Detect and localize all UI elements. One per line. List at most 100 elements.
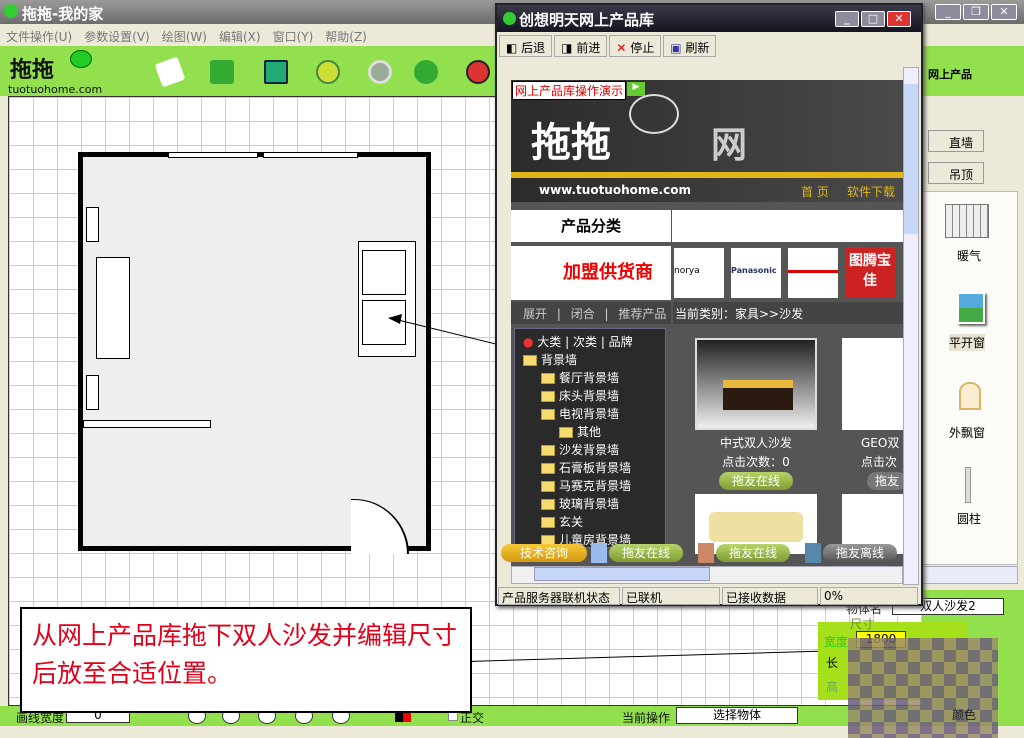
popup-close-button[interactable]: ✕ [887, 11, 911, 27]
category-header: 产品分类 [511, 210, 671, 242]
popup-status-bar: 产品服务器联机状态 已联机 已接收数据 0% [497, 585, 921, 605]
popup-minimize-button[interactable]: _ [835, 11, 859, 27]
radiator-label[interactable]: 暖气 [957, 247, 981, 264]
current-category: 当前类别：家具>>沙发 [673, 302, 903, 324]
tech-support-button[interactable]: 技术咨询 [501, 544, 587, 562]
brand-panasonic[interactable]: Panasonic [731, 248, 781, 298]
page-content: 产品分类 加盟供货商 norya Panasonic 图腾宝佳 展开 | 闭合 … [501, 202, 907, 584]
current-op-label: 当前操作 [622, 711, 671, 725]
product-name-2[interactable]: GEO双 [861, 434, 899, 451]
expand-link[interactable]: 展开 [523, 307, 547, 321]
color-swatch[interactable] [395, 712, 411, 722]
collapse-link[interactable]: 闭合 [571, 307, 595, 321]
refresh-button[interactable]: ▣ 刷新 [663, 35, 717, 57]
avatar-2 [698, 543, 714, 563]
folder-icon [541, 445, 555, 456]
annotation-line [449, 649, 861, 663]
connection-status: 已联机 [622, 587, 720, 605]
server-status-label: 产品服务器联机状态 [498, 587, 620, 605]
color-label: 颜色 [952, 708, 977, 722]
tree-node[interactable]: 石膏板背景墙 [523, 459, 665, 477]
chat-online-1[interactable]: 拖友在线 [609, 544, 683, 562]
folder-icon [541, 517, 555, 528]
brand-norya[interactable]: norya [674, 248, 724, 298]
component-list: 暖气 平开窗 外飘窗 圆柱 [922, 191, 1018, 565]
mouse-logo-icon [629, 94, 679, 134]
tree-node[interactable]: 床头背景墙 [523, 387, 665, 405]
product-library-window: 创想明天网上产品库 _ □ ✕ ◧ 后退 ◨ 前进 ✕ 停止 ▣ 刷新 网上产品库操作… [495, 3, 923, 606]
properties-fields: 物体名 双人沙发2 尺寸 宽度 1800 长 高 颜色 [812, 590, 1024, 738]
banner-title: 网 [711, 125, 748, 166]
casement-window-label[interactable]: 平开窗 [949, 334, 986, 351]
ceiling-button[interactable]: 吊顶 [928, 162, 984, 184]
refresh-icon: ▣ [670, 41, 686, 55]
size-group-label: 尺寸 [850, 617, 875, 631]
avatar-3 [805, 543, 821, 563]
pixelated-preview [848, 638, 998, 738]
product-online-button-1[interactable]: 拖友在线 [719, 472, 793, 490]
online-products-header[interactable]: 网上产品 [922, 46, 1024, 96]
folder-icon [559, 427, 573, 438]
list-scrollbar[interactable] [922, 566, 1018, 584]
tree-controls: 展开 | 闭合 | 推荐产品 [511, 302, 671, 324]
nav-home[interactable]: 首 页 [801, 183, 829, 200]
tree-node[interactable]: 玄关 [523, 513, 665, 531]
forward-icon: ◨ [561, 41, 577, 55]
product-image-sofa[interactable] [695, 338, 817, 430]
bay-window-icon[interactable] [959, 382, 981, 410]
back-button[interactable]: ◧ 后退 [499, 35, 553, 57]
tree-node[interactable]: 马赛克背景墙 [523, 477, 665, 495]
product-clicks-1: 点击次数：0 [722, 455, 790, 469]
forward-button[interactable]: ◨ 前进 [554, 35, 608, 57]
radiator-icon[interactable] [945, 204, 989, 238]
tree-node[interactable]: 背景墙 [523, 351, 665, 369]
popup-toolbar: ◧ 后退 ◨ 前进 ✕ 停止 ▣ 刷新 [497, 32, 921, 62]
recommended-link[interactable]: 推荐产品 [618, 307, 666, 321]
tree-node[interactable]: 其他 [523, 423, 665, 441]
folder-icon [541, 481, 555, 492]
current-op-value: 选择物体 [676, 707, 798, 724]
chat-online-2[interactable]: 拖友在线 [716, 544, 790, 562]
demo-link[interactable]: 网上产品库操作演示 [512, 81, 627, 100]
annotation-box: 从网上产品库拖下双人沙发并编辑尺寸后放至合适位置。 [20, 607, 472, 713]
folder-icon [523, 355, 537, 366]
popup-app-icon [503, 12, 516, 25]
banner-logo: 拖拖 [531, 119, 611, 166]
folder-icon [541, 463, 555, 474]
popup-maximize-button[interactable]: □ [861, 11, 885, 27]
popup-title: 创想明天网上产品库 [519, 11, 655, 29]
vertical-scrollbar[interactable] [903, 67, 919, 585]
folder-icon [541, 391, 555, 402]
supplier-banner[interactable]: 加盟供货商 [511, 246, 671, 300]
column-label[interactable]: 圆柱 [957, 510, 981, 527]
category-tree: ● 大类 | 次类 | 品牌 背景墙 餐厅背景墙 床头背景墙 电视背景墙 其他 沙发背景墙… [514, 328, 666, 548]
nav-download[interactable]: 软件下载 [847, 183, 895, 200]
stop-icon: ✕ [616, 41, 631, 55]
chat-offline[interactable]: 拖友离线 [823, 544, 897, 562]
folder-icon [541, 373, 555, 384]
casement-window-icon[interactable] [957, 292, 985, 324]
stop-button[interactable]: ✕ 停止 [609, 35, 662, 57]
brand-tuteng[interactable]: 图腾宝佳 [845, 248, 895, 298]
received-status: 已接收数据 [722, 587, 818, 605]
play-icon[interactable]: ▶ [627, 82, 645, 96]
tree-node[interactable]: 电视背景墙 [523, 405, 665, 423]
bay-window-label[interactable]: 外飘窗 [949, 424, 985, 441]
straight-wall-button[interactable]: 直墙 [928, 130, 984, 152]
width-label: 宽度 [824, 635, 849, 649]
arrow-head [388, 314, 402, 324]
column-icon[interactable] [965, 467, 971, 503]
tree-node[interactable]: 沙发背景墙 [523, 441, 665, 459]
brand-3[interactable] [788, 248, 838, 298]
folder-icon [541, 499, 555, 510]
site-banner: 网上产品库操作演示 ▶ 拖拖 网 www.tuotuohome.com 首 页 … [511, 80, 903, 202]
tree-node[interactable]: 玻璃背景墙 [523, 495, 665, 513]
product-image-geo[interactable] [842, 338, 903, 430]
product-clicks-2: 点击次 [861, 455, 898, 469]
product-online-button-2[interactable]: 拖友 [867, 472, 907, 490]
tree-node[interactable]: 餐厅背景墙 [523, 369, 665, 387]
horizontal-scrollbar[interactable] [511, 566, 903, 584]
site-url: www.tuotuohome.com [539, 183, 691, 197]
progress-percent: 0% [820, 587, 918, 605]
product-name-1[interactable]: 中式双人沙发 [695, 434, 817, 451]
